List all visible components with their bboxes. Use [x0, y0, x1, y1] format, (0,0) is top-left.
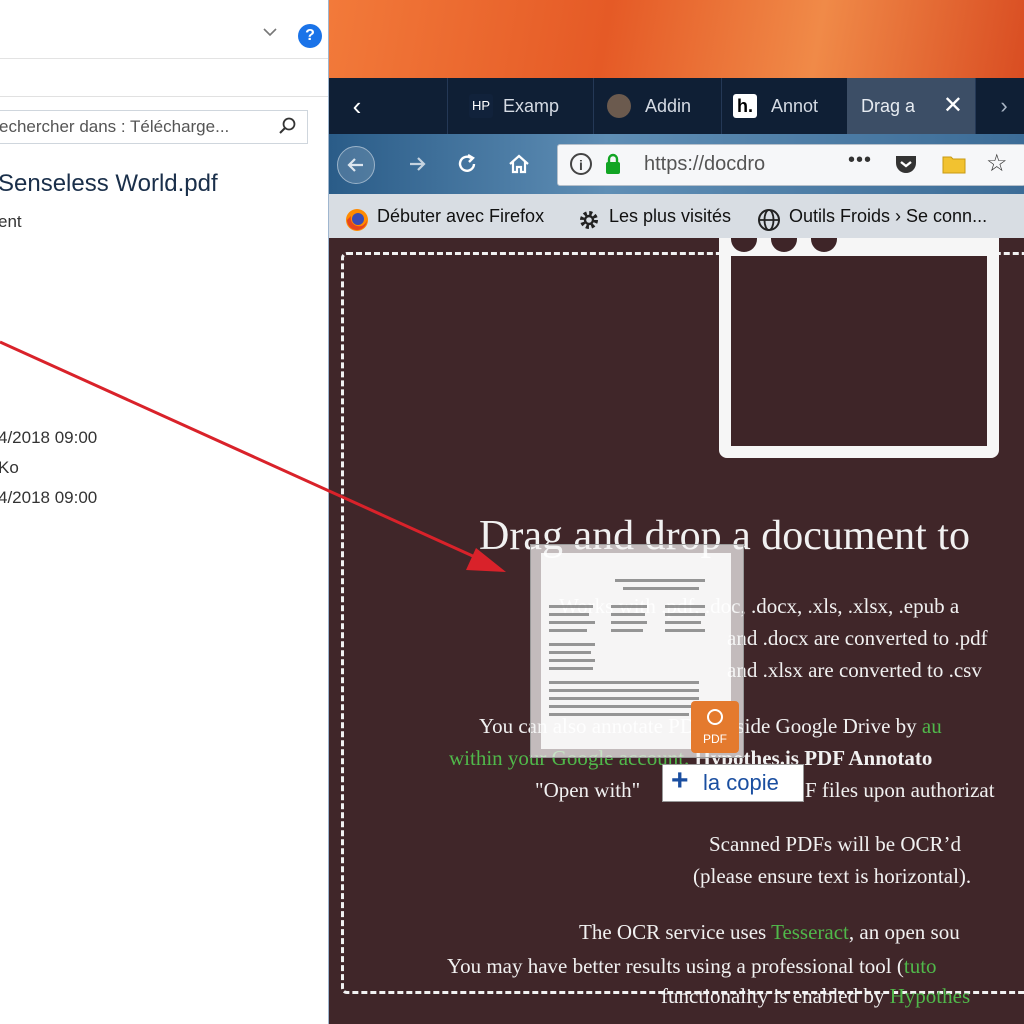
open-with-text: "Open with" — [535, 778, 641, 802]
tab-label: Annot — [771, 96, 819, 116]
chevron-left-icon[interactable]: ‹ — [339, 78, 375, 134]
authorization-text: F files upon authorizat — [805, 778, 995, 802]
search-input[interactable]: echercher dans : Télécharge... — [0, 110, 308, 144]
file-size: Ko — [0, 458, 19, 477]
bookmarks-toolbar: Débuter avec Firefox Les plus visités Ou… — [329, 194, 1024, 238]
bookmark-label: Les plus visités — [609, 206, 732, 226]
file-explorer-window: | ? echercher dans : Télécharge... Sense… — [0, 0, 329, 1024]
ocr-text-part: The OCR service uses — [579, 920, 772, 944]
pdf-label: PDF — [703, 732, 727, 746]
func-text-part: functionality is enabled by — [661, 984, 890, 1008]
browser-window-icon — [719, 238, 999, 458]
page-actions-icon[interactable]: ••• — [848, 149, 872, 172]
bookmark-label: Outils Froids › Se conn... — [789, 206, 988, 226]
gear-icon — [577, 204, 601, 229]
avatar-icon — [607, 94, 631, 118]
modified-date: 4/2018 09:00 — [0, 428, 98, 447]
chevron-down-icon[interactable] — [262, 24, 280, 42]
ocr-service-text: The OCR service uses Tesseract, an open … — [579, 920, 960, 945]
better-text-part: You may have better results using a prof… — [447, 954, 904, 978]
globe-icon — [757, 204, 781, 231]
dragged-pdf-thumbnail[interactable]: PDF — [530, 544, 744, 758]
page-content: Drag and drop a document to Works with .… — [329, 238, 1024, 1024]
ocr-text-part: , an open sou — [848, 920, 960, 944]
window-title-fragment: | — [0, 0, 2, 16]
plus-icon: + — [671, 764, 689, 797]
firefox-window: ‹ HP Examp Addin h. Annot Drag a ✕ › i h… — [329, 78, 1024, 1024]
xlsx-conversion-text: and .xlsx are converted to .csv — [727, 658, 982, 682]
lock-icon[interactable] — [604, 153, 622, 175]
url-text[interactable]: https://docdro — [644, 153, 765, 176]
close-icon[interactable]: ✕ — [943, 78, 963, 134]
home-button[interactable] — [501, 146, 537, 182]
tab-label: Drag a — [861, 96, 916, 116]
pdf-file-icon: PDF — [691, 701, 739, 753]
file-type: ent — [0, 212, 22, 231]
info-icon[interactable]: i — [570, 153, 592, 175]
divider — [0, 96, 328, 97]
tab-strip: ‹ HP Examp Addin h. Annot Drag a ✕ › — [329, 78, 1024, 134]
file-name[interactable]: Senseless World.pdf — [0, 170, 218, 198]
navigation-toolbar: i https://docdro ••• ☆ — [329, 134, 1024, 194]
h-icon: h. — [733, 94, 757, 118]
tesseract-link[interactable]: Tesseract — [771, 920, 849, 944]
authorize-link[interactable]: au — [922, 714, 942, 738]
back-button[interactable] — [337, 146, 375, 184]
hp-icon: HP — [469, 94, 493, 118]
tab-label: Examp — [503, 96, 560, 116]
horizontal-text-note: (please ensure text is horizontal). — [693, 864, 972, 888]
forward-button[interactable] — [399, 146, 435, 182]
professional-tool-text: You may have better results using a prof… — [447, 954, 937, 979]
star-icon[interactable]: ☆ — [986, 149, 1008, 178]
window-dot-icon — [771, 238, 797, 252]
help-icon[interactable]: ? — [298, 24, 322, 48]
tab-label: Addin — [645, 96, 692, 116]
url-bar[interactable]: i https://docdro ••• ☆ — [557, 144, 1024, 186]
copy-label: la copie — [703, 770, 779, 795]
tab-drag-active[interactable]: Drag a ✕ — [847, 78, 976, 134]
tab-addin[interactable]: Addin — [595, 78, 722, 134]
bookmark-label: Débuter avec Firefox — [377, 206, 545, 226]
folder-icon[interactable] — [942, 154, 966, 174]
tab-examp[interactable]: HP Examp — [457, 78, 594, 134]
firefox-icon — [345, 204, 369, 231]
scanned-pdf-text: Scanned PDFs will be OCR’d — [709, 832, 961, 856]
drag-copy-badge: + la copie — [662, 764, 804, 802]
desktop-background — [328, 0, 1024, 80]
docx-conversion-text: and .docx are converted to .pdf — [727, 626, 988, 650]
functionality-text: functionality is enabled by Hypothes — [661, 984, 970, 1009]
window-dot-icon — [731, 238, 757, 252]
tab-annot[interactable]: h. Annot — [721, 78, 848, 134]
pocket-icon[interactable] — [894, 153, 918, 175]
explorer-toolbar: | ? — [0, 0, 328, 59]
tab-pinned[interactable]: ‹ — [329, 78, 448, 134]
tutorial-link[interactable]: tuto — [904, 954, 937, 978]
window-dot-icon — [811, 238, 837, 252]
created-date: 4/2018 09:00 — [0, 488, 98, 507]
search-icon[interactable] — [279, 117, 297, 135]
chevron-right-icon[interactable]: › — [990, 78, 1018, 134]
hypothesis-link[interactable]: Hypothes — [890, 984, 971, 1008]
search-placeholder: echercher dans : Télécharge... — [0, 117, 230, 136]
reload-button[interactable] — [449, 146, 485, 182]
